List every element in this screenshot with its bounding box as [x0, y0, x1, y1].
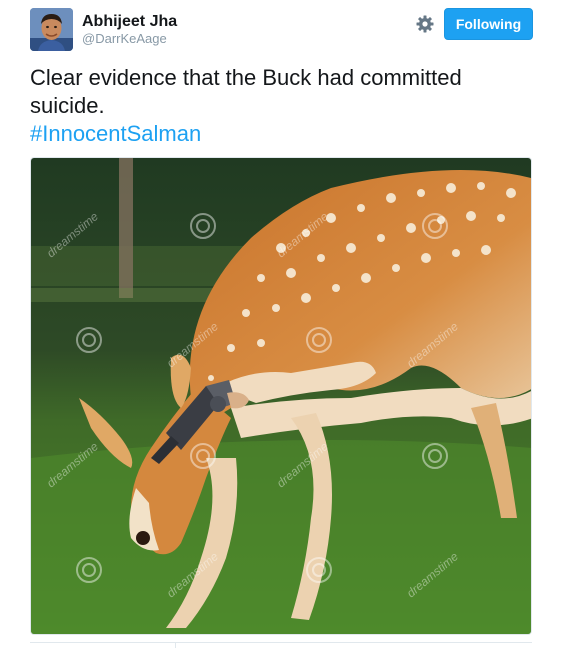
hashtag-link[interactable]: #InnocentSalman	[30, 120, 535, 148]
tweet-header: Abhijeet Jha @DarrKeAage Following	[30, 8, 533, 52]
tweet-text-line-2: suicide.	[30, 93, 105, 118]
tweet-media-photo[interactable]: dreamstime dreamstime dreamstime dreamst…	[30, 157, 532, 635]
user-handle[interactable]: @DarrKeAage	[82, 31, 177, 47]
tweet-text: Clear evidence that the Buck had committ…	[30, 64, 535, 148]
profile-avatar-icon	[30, 8, 73, 51]
display-name[interactable]: Abhijeet Jha	[82, 12, 177, 31]
deer-photo-image: dreamstime dreamstime dreamstime dreamst…	[31, 158, 531, 634]
avatar[interactable]	[30, 8, 73, 51]
tweet-text-line-1: Clear evidence that the Buck had committ…	[30, 65, 462, 90]
following-button[interactable]: Following	[444, 8, 533, 40]
user-info: Abhijeet Jha @DarrKeAage	[82, 12, 177, 47]
divider-tick	[175, 642, 176, 648]
gear-icon[interactable]	[415, 14, 435, 34]
divider	[30, 642, 532, 643]
